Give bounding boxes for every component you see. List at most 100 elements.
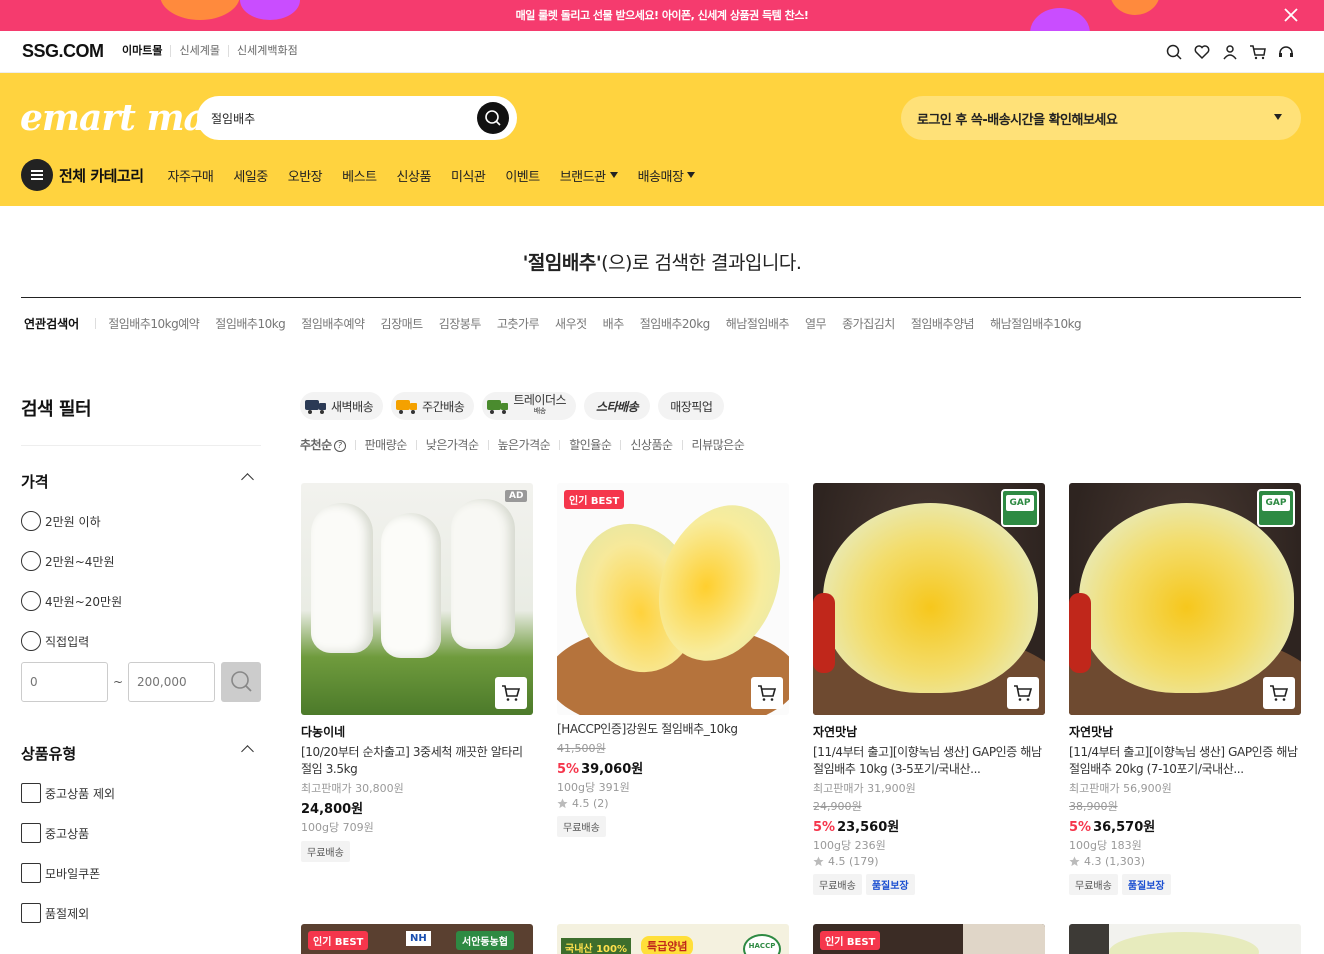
sort-reviews[interactable]: 리뷰많은순 bbox=[692, 436, 745, 453]
headset-icon[interactable] bbox=[1276, 42, 1296, 62]
related-keyword[interactable]: 김장매트 bbox=[381, 315, 424, 332]
checkbox[interactable] bbox=[21, 823, 41, 843]
checkbox[interactable] bbox=[21, 863, 41, 883]
radio-button[interactable] bbox=[21, 591, 41, 611]
star-delivery-filter[interactable]: 스타배송 bbox=[584, 392, 651, 420]
product-image[interactable]: AD bbox=[301, 483, 533, 715]
all-category-button[interactable]: 전체 카테고리 bbox=[59, 165, 144, 186]
type-option[interactable]: 품절제외 bbox=[21, 903, 89, 923]
price-filter-toggle[interactable]: 가격 bbox=[21, 471, 261, 492]
ssg-logo[interactable]: SSG.COM bbox=[22, 41, 104, 62]
radio-button[interactable] bbox=[21, 631, 41, 651]
related-keyword[interactable]: 배추 bbox=[603, 315, 625, 332]
add-to-cart-button[interactable] bbox=[751, 677, 783, 709]
heart-icon[interactable] bbox=[1192, 42, 1212, 62]
related-keyword[interactable]: 절임배추10kg bbox=[215, 315, 286, 332]
add-to-cart-button[interactable] bbox=[1007, 677, 1039, 709]
product-image[interactable]: 인기 BEST bbox=[557, 483, 789, 715]
traders-delivery-filter[interactable]: 트레이더스 배송 bbox=[482, 392, 577, 420]
product-card[interactable]: 인기 BEST [HACCP인증]강원도 절임배추_10kg 41,500원 5… bbox=[557, 483, 789, 837]
product-image[interactable]: 인기 BEST bbox=[813, 924, 1045, 954]
related-keyword[interactable]: 절임배추양념 bbox=[911, 315, 975, 332]
related-keyword[interactable]: 해남절임배추10kg bbox=[990, 315, 1082, 332]
hamburger-icon[interactable] bbox=[21, 159, 53, 191]
search-button[interactable] bbox=[477, 102, 509, 134]
checkbox[interactable] bbox=[21, 783, 41, 803]
add-to-cart-button[interactable] bbox=[495, 677, 527, 709]
price-option[interactable]: 2만원~4만원 bbox=[21, 551, 115, 571]
related-keyword[interactable]: 종가집김치 bbox=[842, 315, 895, 332]
delivery-time-dropdown[interactable]: 로그인 후 쓱-배송시간을 확인해보세요 bbox=[901, 96, 1301, 140]
sort-high-price[interactable]: 높은가격순 bbox=[498, 436, 551, 453]
product-image[interactable]: GAP bbox=[1069, 483, 1301, 715]
product-image[interactable]: 국내산 100% 특급양념 HACCP bbox=[557, 924, 789, 954]
menu-item-best[interactable]: 베스트 bbox=[342, 166, 377, 185]
sort-sales[interactable]: 판매량순 bbox=[365, 436, 408, 453]
price-option[interactable]: 2만원 이하 bbox=[21, 511, 101, 531]
type-option[interactable]: 모바일쿠폰 bbox=[21, 863, 100, 883]
menu-item-frequent[interactable]: 자주구매 bbox=[168, 166, 214, 185]
banner-text[interactable]: 매일 룰렛 돌리고 선물 받으세요! 아이폰, 신세계 상품권 득템 찬스! bbox=[0, 0, 1324, 31]
price-option[interactable]: 4만원~20만원 bbox=[21, 591, 122, 611]
add-to-cart-button[interactable] bbox=[1263, 677, 1295, 709]
menu-item-new[interactable]: 신상품 bbox=[397, 166, 432, 185]
price-option[interactable]: 직접입력 bbox=[21, 631, 89, 651]
product-image[interactable] bbox=[1069, 924, 1301, 954]
sort-low-price[interactable]: 낮은가격순 bbox=[426, 436, 479, 453]
radio-button[interactable] bbox=[21, 551, 41, 571]
search-icon[interactable] bbox=[1164, 42, 1184, 62]
cart-icon[interactable] bbox=[1248, 42, 1268, 62]
mall-link-emart[interactable]: 이마트몰 bbox=[122, 45, 170, 57]
user-icon[interactable] bbox=[1220, 42, 1240, 62]
day-delivery-filter[interactable]: 주간배송 bbox=[391, 392, 475, 420]
related-keyword[interactable]: 고춧가루 bbox=[497, 315, 540, 332]
menu-item-obanjang[interactable]: 오반장 bbox=[288, 166, 323, 185]
product-card[interactable]: AD 다농이네 [10/20부터 순차출고] 3중세척 깨끗한 알타리 절임 3… bbox=[301, 483, 533, 862]
sort-options: 추천순? 판매량순 낮은가격순 높은가격순 할인율순 신상품순 리뷰많은순 bbox=[300, 436, 745, 453]
store-pickup-filter[interactable]: 매장픽업 bbox=[658, 392, 725, 420]
search-icon bbox=[231, 671, 252, 692]
menu-label: 이벤트 bbox=[505, 169, 540, 185]
search-input[interactable] bbox=[211, 108, 461, 128]
min-price-field[interactable] bbox=[21, 662, 108, 702]
related-keyword[interactable]: 절임배추10kg예약 bbox=[108, 315, 200, 332]
product-image[interactable]: GAP bbox=[813, 483, 1045, 715]
menu-item-event[interactable]: 이벤트 bbox=[505, 166, 540, 185]
product-name[interactable]: [HACCP인증]강원도 절임배추_10kg bbox=[557, 721, 789, 738]
truck-icon bbox=[305, 400, 326, 414]
related-keyword[interactable]: 새우젓 bbox=[555, 315, 587, 332]
product-name[interactable]: [10/20부터 순차출고] 3중세척 깨끗한 알타리 절임 3.5kg bbox=[301, 744, 533, 778]
related-keyword[interactable]: 김장봉투 bbox=[439, 315, 482, 332]
type-option[interactable]: 중고상품 제외 bbox=[21, 783, 115, 803]
product-image[interactable]: 인기 BEST NH 서안동농협 bbox=[301, 924, 533, 954]
close-icon[interactable] bbox=[1282, 6, 1300, 24]
related-keyword[interactable]: 절임배추예약 bbox=[301, 315, 365, 332]
dawn-delivery-filter[interactable]: 새벽배송 bbox=[300, 392, 384, 420]
menu-item-sale[interactable]: 세일중 bbox=[233, 166, 268, 185]
mall-link-shinsegae[interactable]: 신세계몰 bbox=[170, 45, 227, 57]
radio-button[interactable] bbox=[21, 511, 41, 531]
price-search-button[interactable] bbox=[221, 662, 261, 702]
related-keyword[interactable]: 해남절임배추 bbox=[726, 315, 790, 332]
product-card[interactable]: GAP 자연맛남 [11/4부터 출고][이향녹님 생산] GAP인증 해남 절… bbox=[813, 483, 1045, 895]
divider bbox=[487, 439, 489, 450]
related-keyword[interactable]: 열무 bbox=[805, 315, 827, 332]
top-promo-banner[interactable]: 매일 룰렛 돌리고 선물 받으세요! 아이폰, 신세계 상품권 득템 찬스! bbox=[0, 0, 1324, 31]
menu-item-gourmet[interactable]: 미식관 bbox=[451, 166, 486, 185]
max-price-field[interactable] bbox=[128, 662, 215, 702]
sort-discount[interactable]: 할인율순 bbox=[569, 436, 612, 453]
menu-item-store[interactable]: 배송매장 bbox=[638, 166, 696, 185]
product-name[interactable]: [11/4부터 출고][이향녹님 생산] GAP인증 해남 절임배추 10kg … bbox=[813, 744, 1045, 778]
type-option[interactable]: 중고상품 bbox=[21, 823, 89, 843]
sort-recommended[interactable]: 추천순? bbox=[300, 436, 346, 453]
menu-item-brand[interactable]: 브랜드관 bbox=[560, 166, 618, 185]
mall-link-department[interactable]: 신세계백화점 bbox=[227, 45, 306, 57]
checkbox[interactable] bbox=[21, 903, 41, 923]
cart-icon bbox=[1014, 685, 1033, 701]
product-card[interactable]: GAP 자연맛남 [11/4부터 출고][이향녹님 생산] GAP인증 해남 절… bbox=[1069, 483, 1301, 895]
sort-newest[interactable]: 신상품순 bbox=[630, 436, 673, 453]
related-keyword[interactable]: 절임배추20kg bbox=[640, 315, 711, 332]
help-icon[interactable]: ? bbox=[333, 440, 346, 452]
type-filter-toggle[interactable]: 상품유형 bbox=[21, 743, 261, 764]
product-name[interactable]: [11/4부터 출고][이향녹님 생산] GAP인증 해남 절임배추 20kg … bbox=[1069, 744, 1301, 778]
